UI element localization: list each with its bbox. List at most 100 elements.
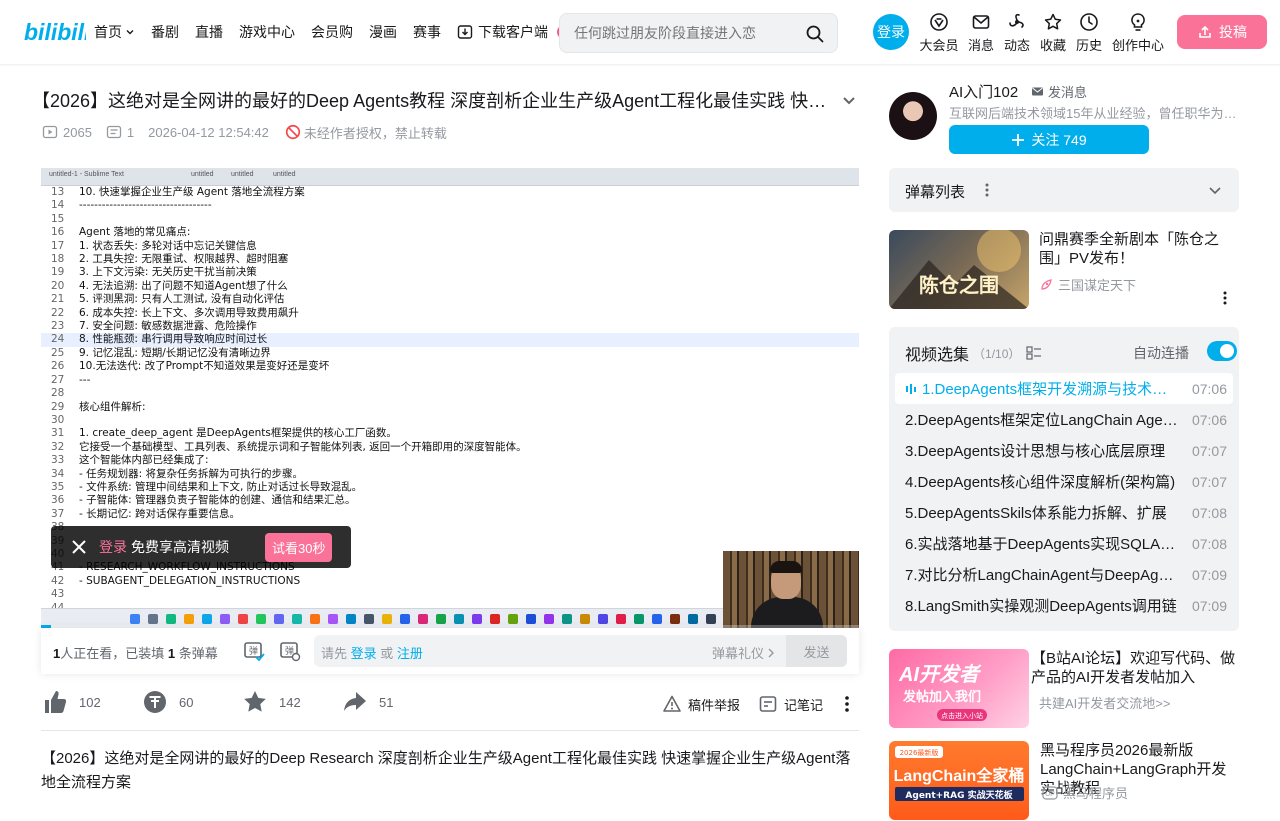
playlist-episode[interactable]: 8.LangSmith实操观测DeepAgents调用链 07:09 [895,590,1233,621]
nav-item[interactable]: 游戏中心 [239,22,295,42]
danmaku-toggle-icon[interactable]: 弹 [242,639,266,663]
uploader-name[interactable]: AI入门102 [949,81,1018,102]
taskbar-app-icon [706,613,716,624]
taskbar-app-icon [202,613,212,624]
playlist-episode[interactable]: 6.实战落地基于DeepAgents实现SQLAgent 07:08 [895,528,1233,559]
creator-center-entry[interactable]: 创作中心 [1112,12,1165,54]
favorite-button[interactable]: 142 [241,688,301,716]
copyright-notice-text: 未经作者授权，禁止转载 [303,125,447,141]
uploader-avatar[interactable] [889,92,937,140]
copyright-notice: 未经作者授权，禁止转载 [285,123,447,142]
search-input[interactable] [574,23,794,43]
coin-icon [144,691,166,713]
course-banner-line2: Agent+RAG 实战天花板 [905,789,1013,801]
trial-button[interactable]: 试看30秒 [265,532,333,562]
dynamic-label: 动态 [1003,38,1030,53]
more-options-icon[interactable] [839,694,855,714]
playlist-episode[interactable]: 2.DeepAgents框架定位LangChain Agent对比 07:06 [895,404,1233,435]
ad-card-course[interactable]: 2026最新版 LangChain全家桶 Agent+RAG 实战天花板 黑马程… [889,741,1239,821]
playlist-episode[interactable]: 5.DeepAgentsSkils体系能力拆解、扩展 07:08 [895,497,1233,528]
code-line: 18 2. 工具失控: 无限重试、权限越界、超时阻塞 [41,253,859,266]
vip-icon [930,13,948,31]
code-line: 30 [41,414,859,427]
editor-tab: untitled [231,171,254,178]
episode-duration: 07:06 [1191,380,1227,397]
ad-more-icon[interactable] [1217,290,1233,306]
coin-button[interactable]: 60 [141,688,193,716]
taskbar-app-icon [418,613,428,624]
danmaku-count: 1 [106,124,134,140]
code-text: 3. 上下文污染: 无关历史干扰当前决策 [79,266,257,279]
taskbar-app-icon [544,613,554,624]
line-number: 13 [51,186,65,198]
code-text: 它接受一个基础模型、工具列表、系统提示词和子智能体列表, 返回一个开箱即用的深度… [79,440,527,453]
line-number: 19 [51,266,65,279]
upload-button[interactable]: 投稿 [1177,15,1267,49]
code-line: 32 它接受一个基础模型、工具列表、系统提示词和子智能体列表, 返回一个开箱即用的… [41,441,859,454]
creator-center-label: 创作中心 [1112,38,1165,53]
danmaku-input[interactable]: 请先 登录 或 注册 弹幕礼仪 发送 [314,635,847,667]
chevron-right-icon [768,648,775,657]
clock-icon [1080,13,1098,31]
share-button[interactable]: 51 [341,688,393,716]
course-banner-tag: 2026最新版 [900,748,939,757]
chevron-down-icon[interactable] [1207,182,1223,198]
search-bar [559,13,838,53]
code-line: 22 6. 成本失控: 长上下文、多次调用导致费用飙升 [41,307,859,320]
bilibili-logo[interactable]: bilibili [24,18,86,46]
taskbar-app-icon [688,613,698,624]
nav-item[interactable]: 赛事 [413,22,441,42]
playlist-episode[interactable]: 7.对比分析LangChainAgent与DeepAgents 07:09 [895,559,1233,590]
send-message-button[interactable]: 发消息 [1031,82,1087,101]
more-vertical-icon[interactable] [979,182,995,198]
ad-source-label: 共建AI开发者交流地>> [1039,696,1171,711]
taskbar-app-icon [256,613,266,624]
autoplay-toggle[interactable] [1207,341,1237,361]
code-text: 10. 快速掌握企业生产级 Agent 落地全流程方案 [79,186,305,198]
playlist-header: 视频选集 （1/10） [905,341,1042,365]
login-prompt-link[interactable]: 登录 [99,537,127,557]
list-view-icon[interactable] [1026,345,1042,361]
search-icon[interactable] [805,24,825,44]
video-player[interactable]: untitled-1 - Sublime Text untitled untit… [41,168,859,628]
code-text: 1. 状态丢失: 多轮对话中忘记关键信息 [79,239,257,252]
playlist-episode[interactable]: 3.DeepAgents设计思想与核心底层原理 07:07 [895,435,1233,466]
nav-item[interactable]: 会员购 [311,22,353,42]
like-count: 102 [79,694,101,710]
playlist-episode[interactable]: 1.DeepAgents框架开发溯源与技术定位 07:06 [895,373,1233,404]
report-button[interactable]: 稿件举报 [662,694,740,714]
danmaku-count-value: 1 [126,124,135,140]
line-number: 37 [51,507,65,520]
danmaku-login-link[interactable]: 登录 [351,646,377,661]
download-label: 下载客户端 [478,24,548,40]
download-client-link[interactable]: 下载客户端新 [457,22,575,42]
login-avatar-button[interactable]: 登录 [873,14,909,50]
notes-button[interactable]: 记笔记 [758,694,823,714]
nav-item[interactable]: 漫画 [369,22,397,42]
ad-card-forum[interactable]: AI开发者 发帖加入我们 点击进入小站 【B站AI论坛】欢迎写代码、做产品的AI… [889,649,1239,729]
line-number: 14 [51,199,65,212]
vip-entry[interactable]: 大会员 [915,12,963,54]
webcam-overlay [723,551,859,628]
danmaku-list-panel[interactable]: 弹幕列表 [889,168,1239,212]
send-danmaku-button[interactable]: 发送 [786,635,847,667]
ad-card-game[interactable]: 陈仓之围 问鼎赛季全新剧本「陈仓之围」PV发布！ 三国谋定天下 [889,230,1239,310]
danmaku-input-hint: 请先 登录 或 注册 [321,643,423,662]
episode-title: 1.DeepAgents框架开发溯源与技术定位 [922,381,1181,398]
follow-button[interactable]: 关注 749 [949,125,1149,154]
like-button[interactable]: 102 [41,688,101,716]
danmaku-etiquette-link[interactable]: 弹幕礼仪 [712,643,776,662]
expand-title-chevron-icon[interactable] [840,92,858,110]
nav-item[interactable]: 番剧 [151,22,179,42]
danmaku-register-link[interactable]: 注册 [397,646,423,661]
code-line: 17 1. 状态丢失: 多轮对话中忘记关键信息 [41,240,859,253]
svg-text:UP: UP [1045,791,1055,798]
history-entry[interactable]: 历史 [1065,12,1113,54]
playlist-episode[interactable]: 4.DeepAgents核心组件深度解析(架构篇) 07:07 [895,466,1233,497]
danmaku-settings-icon[interactable]: 弹 [278,639,302,663]
nav-item[interactable]: 首页 [94,22,135,42]
close-icon[interactable] [71,539,87,555]
line-number: 30 [51,413,65,426]
nav-item[interactable]: 直播 [195,22,223,42]
nav-item-label: 会员购 [311,24,353,40]
